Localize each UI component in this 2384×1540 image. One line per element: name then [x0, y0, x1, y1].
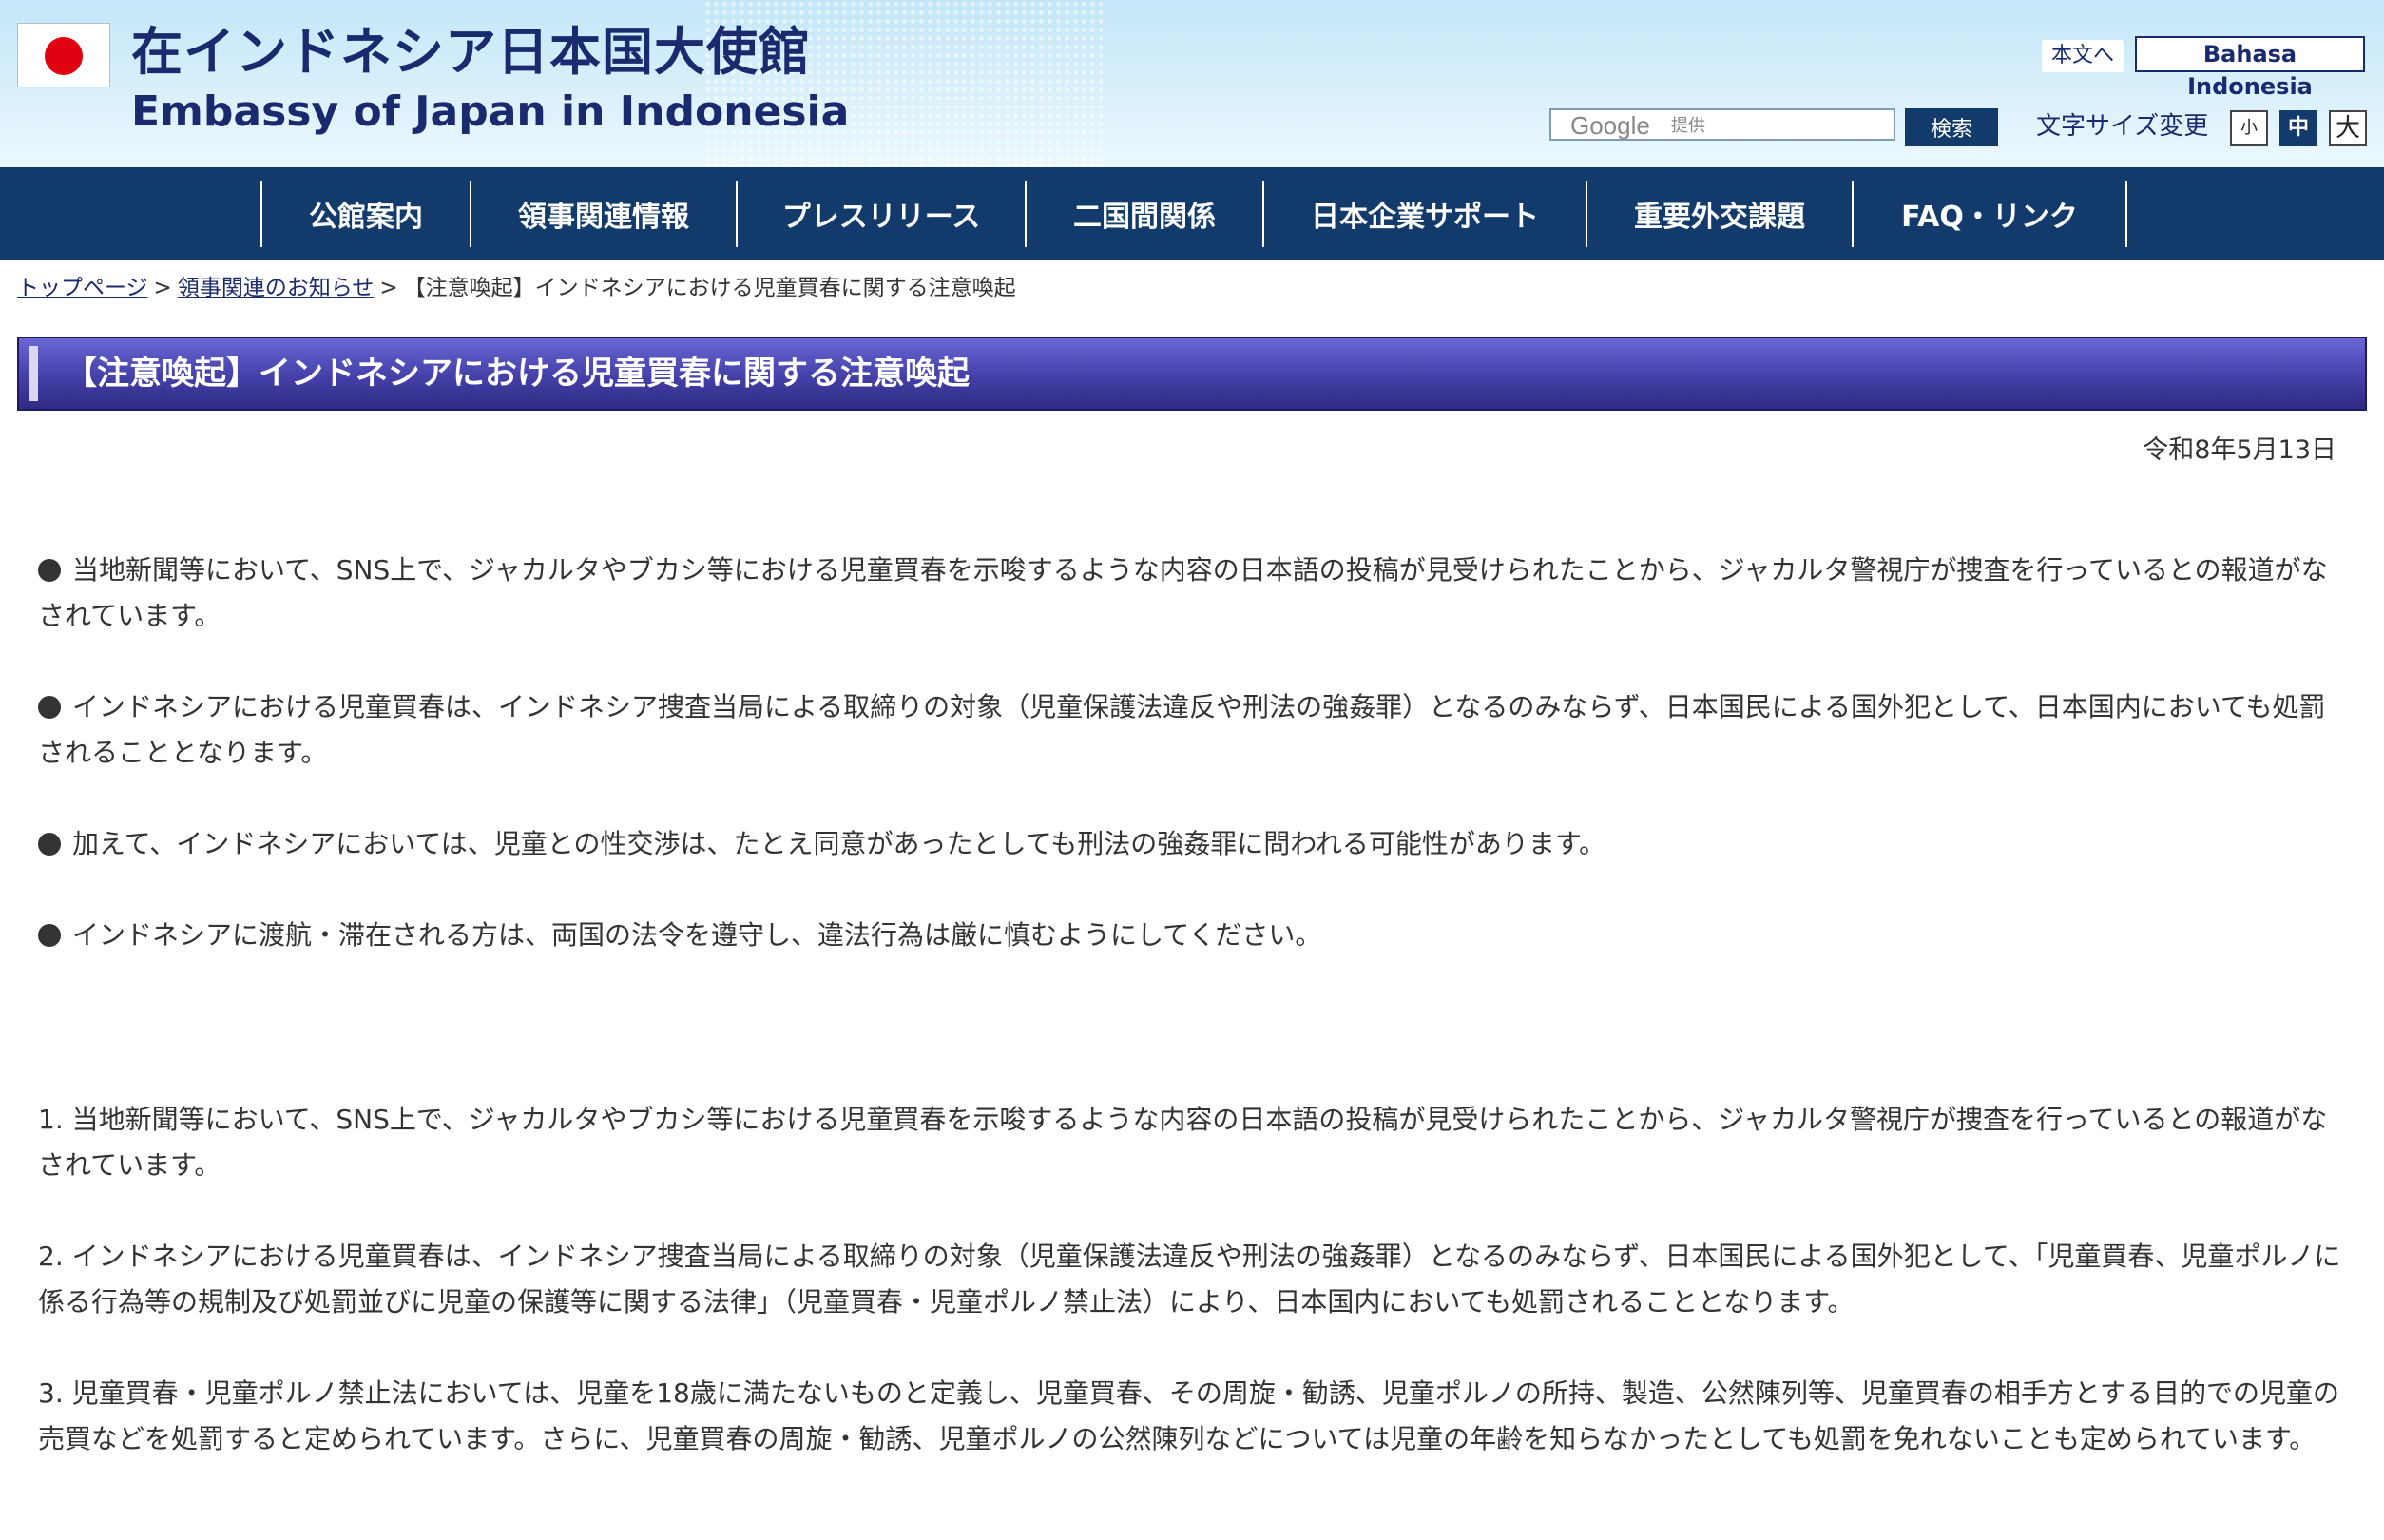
site-title-en[interactable]: Embassy of Japan in Indonesia — [131, 91, 849, 133]
title-accent-bar — [29, 346, 38, 401]
language-switch-indonesian[interactable]: Bahasa Indonesia — [2135, 36, 2365, 100]
site-search-box[interactable]: Google 提供 — [1549, 108, 1895, 141]
font-size-medium-button[interactable]: 中 — [2279, 110, 2317, 146]
numbered-paragraph: 2. インドネシアにおける児童買春は、インドネシア捜査当局による取締りの対象（児… — [38, 1241, 2341, 1318]
font-size-large-button[interactable]: 大 — [2329, 110, 2367, 146]
nav-item-mission-info[interactable]: 公館案内 — [260, 181, 470, 247]
page-title: 【注意喚起】インドネシアにおける児童買春に関する注意喚起 — [65, 355, 970, 393]
bullet-paragraph: 当地新聞等において、SNS上で、ジャカルタやブカシ等における児童買春を示唆するよ… — [38, 554, 2328, 631]
article-body: 当地新聞等において、SNS上で、ジャカルタやブカシ等における児童買春を示唆するよ… — [38, 548, 2348, 1462]
bullet-icon — [38, 924, 61, 947]
font-size-label: 文字サイズ変更 — [2036, 112, 2209, 141]
bullet-icon — [38, 833, 61, 856]
nav-item-press-release[interactable]: プレスリリース — [736, 181, 1025, 247]
nav-menu: 公館案内 領事関連情報 プレスリリース 二国間関係 日本企業サポート 重要外交課… — [260, 181, 2127, 247]
breadcrumb-current: 【注意喚起】インドネシアにおける児童買春に関する注意喚起 — [403, 276, 1016, 300]
japan-flag-logo[interactable] — [17, 23, 110, 87]
bullet-paragraph: 加えて、インドネシアにおいては、児童との性交渉は、たとえ同意があったとしても刑法… — [38, 821, 2348, 867]
breadcrumb-separator: > — [379, 276, 398, 300]
breadcrumb-separator: > — [153, 276, 172, 300]
breadcrumb-link-top[interactable]: トップページ — [17, 276, 148, 300]
nav-item-diplomatic-issues[interactable]: 重要外交課題 — [1586, 181, 1852, 247]
numbered-paragraph: 1. 当地新聞等において、SNS上で、ジャカルタやブカシ等における児童買春を示唆… — [38, 1104, 2328, 1181]
bullet-icon — [38, 559, 61, 582]
breadcrumb: トップページ > 領事関連のお知らせ > 【注意喚起】インドネシアにおける児童買春に関す… — [17, 274, 1016, 302]
search-button[interactable]: 検索 — [1905, 108, 1998, 146]
site-header: 在インドネシア日本国大使館 Embassy of Japan in Indone… — [0, 0, 2384, 167]
nav-item-consular-info[interactable]: 領事関連情報 — [470, 181, 736, 247]
nav-item-faq-links[interactable]: FAQ・リンク — [1852, 181, 2127, 247]
breadcrumb-link-consular-notices[interactable]: 領事関連のお知らせ — [178, 276, 375, 300]
publish-date: 令和8年5月13日 — [2143, 435, 2336, 465]
bullet-paragraph: インドネシアにおける児童買春は、インドネシア捜査当局による取締りの対象（児童保護… — [38, 691, 2326, 768]
bullet-paragraph: インドネシアに渡航・滞在される方は、両国の法令を遵守し、違法行為は厳に慎むように… — [38, 913, 2348, 958]
flag-sun-icon — [45, 37, 83, 75]
nav-item-business-support[interactable]: 日本企業サポート — [1262, 181, 1586, 247]
numbered-paragraph: 3. 児童買春・児童ポルノ禁止法においては、児童を18歳に満たないものと定義し、… — [38, 1377, 2340, 1454]
skip-to-content-link[interactable]: 本文へ — [2042, 40, 2124, 72]
bullet-icon — [38, 696, 61, 719]
global-navigation: 公館案内 領事関連情報 プレスリリース 二国間関係 日本企業サポート 重要外交課… — [0, 167, 2384, 260]
nav-item-bilateral-relations[interactable]: 二国間関係 — [1025, 181, 1262, 247]
page-title-bar: 【注意喚起】インドネシアにおける児童買春に関する注意喚起 — [17, 337, 2367, 411]
site-title-ja[interactable]: 在インドネシア日本国大使館 — [131, 27, 811, 78]
search-input[interactable] — [1551, 110, 1894, 139]
font-size-small-button[interactable]: 小 — [2230, 110, 2268, 146]
